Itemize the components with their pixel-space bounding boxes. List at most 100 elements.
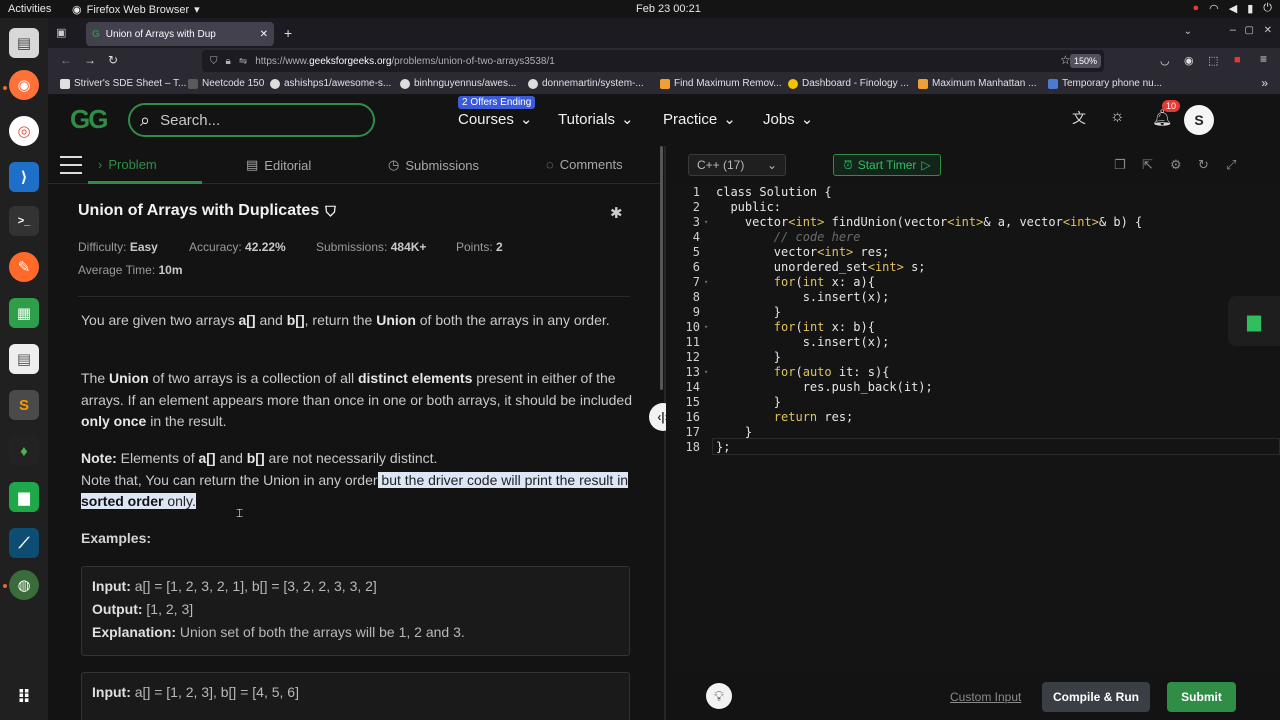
chat-app-icon[interactable]: ▆ <box>9 482 39 512</box>
mongodb-icon[interactable]: ♦ <box>9 436 39 466</box>
favicon-icon <box>60 78 70 89</box>
bookmark-item[interactable]: Temporary phone nu... <box>1048 78 1162 89</box>
difficulty: Difficulty: Easy <box>78 240 158 254</box>
url-bar[interactable]: ⛉ 🔒︎ ⇋ https://www.geeksforgeeks.org/pro… <box>202 50 1104 72</box>
settings-icon[interactable]: ⚙ <box>1170 157 1182 173</box>
average-time: Average Time: 10m <box>78 263 183 277</box>
nav-tutorials[interactable]: Tutorials ⌄ <box>558 110 634 129</box>
os-top-bar: Activities ◉ Firefox Web Browser ▾ Feb 23 … <box>0 0 1280 18</box>
fold-icon[interactable]: ▾ <box>704 215 708 230</box>
fold-icon[interactable]: ▾ <box>704 275 708 290</box>
search-icon: ⌕ <box>140 109 151 130</box>
fold-icon[interactable]: ▾ <box>704 320 708 335</box>
lightbulb-icon[interactable]: 💡︎ <box>706 683 732 709</box>
code-line: unordered_set<int> s; <box>716 260 926 274</box>
bookmark-item[interactable]: Maximum Manhattan ... <box>918 78 1036 89</box>
activities-button[interactable]: Activities <box>8 3 51 15</box>
gfg-logo[interactable]: GG <box>70 104 108 135</box>
tab-overview-icon[interactable]: ▣ <box>56 26 66 39</box>
account-icon[interactable]: ◉ <box>1184 54 1194 67</box>
editor-toolbar: C++ (17) ⌄ ⏰︎ Start Timer ▷ ❐ ⇱ ⚙ ↻ ⤢ <box>666 146 1280 184</box>
bookmark-item[interactable]: ashishps1/awesome-s... <box>270 78 391 89</box>
system-tray[interactable]: ● ◠ ◀ ▮ ⏻ <box>1193 2 1273 15</box>
globe-app-icon[interactable]: ◍ <box>9 570 39 600</box>
nav-jobs[interactable]: Jobs ⌄ <box>763 110 813 129</box>
back-icon[interactable]: ← <box>60 53 72 67</box>
start-timer-button[interactable]: ⏰︎ Start Timer ▷ <box>833 154 941 176</box>
document-icon: ▤ <box>246 157 259 172</box>
chat-icon[interactable]: ▆ <box>1228 296 1280 346</box>
window-close-icon[interactable]: ✕ <box>1264 25 1272 36</box>
problem-tabs: › Problem ▤ Editorial ◷ Submissions ◌ Commen… <box>48 146 662 184</box>
search-placeholder: Search... <box>160 111 221 129</box>
fullscreen-icon[interactable]: ⤢ <box>1226 157 1236 173</box>
language-select[interactable]: C++ (17) ⌄ <box>688 154 786 176</box>
maximize-icon[interactable]: ▢ <box>1245 25 1254 36</box>
postman-icon[interactable]: ✎ <box>9 252 39 282</box>
bookmark-item[interactable]: binhnguyennus/awes... <box>400 78 516 89</box>
list-tabs-icon[interactable]: ⌄ <box>1184 26 1192 37</box>
document-viewer-icon[interactable]: ▤ <box>9 344 39 374</box>
bookmark-icon[interactable]: ⛉ <box>325 203 336 220</box>
tab-editorial[interactable]: ▤ Editorial <box>246 157 311 173</box>
more-bookmarks-icon[interactable]: » <box>1261 76 1268 90</box>
vscode-icon[interactable]: ⟩ <box>9 162 39 192</box>
new-tab-icon[interactable]: + <box>284 25 292 41</box>
browser-tab-bar: ▣ G Union of Arrays with Dup ✕ + ⌄ – ▢ ✕ <box>48 18 1280 48</box>
app-name: Firefox Web Browser <box>86 3 190 16</box>
extension-icon[interactable]: ■ <box>1234 54 1241 66</box>
bookmark-item[interactable]: Neetcode 150 <box>188 78 264 89</box>
menu-icon[interactable]: ≡ <box>1260 52 1267 66</box>
forward-icon[interactable]: → <box>84 53 96 67</box>
mysql-workbench-icon[interactable]: ⟋ <box>9 528 39 558</box>
app-menu[interactable]: ◉ Firefox Web Browser ▾ <box>72 3 200 17</box>
custom-input-link[interactable]: Custom Input <box>950 690 1021 704</box>
submit-button[interactable]: Submit <box>1167 682 1236 712</box>
nav-courses[interactable]: Courses ⌄ <box>458 110 532 129</box>
extensions-icon[interactable]: ⬚ <box>1208 54 1218 67</box>
hamburger-menu-icon[interactable] <box>60 156 82 174</box>
lock-icon: 🔒︎ <box>225 55 231 67</box>
search-input[interactable]: ⌕ Search... <box>128 103 375 137</box>
zoom-level[interactable]: 150% <box>1070 54 1102 68</box>
bookmark-item[interactable]: Find Maximum Remov... <box>660 78 782 89</box>
offer-badge[interactable]: 2 Offers Ending <box>458 96 536 109</box>
nav-practice[interactable]: Practice ⌄ <box>663 110 736 129</box>
terminal-icon[interactable]: >_ <box>9 206 39 236</box>
notification-badge: 10 <box>1162 100 1181 112</box>
problem-statement: You are given two arrays a[] and b[], re… <box>81 312 610 328</box>
accuracy: Accuracy: 42.22% <box>189 240 286 254</box>
export-icon[interactable]: ⇱ <box>1142 157 1153 173</box>
reset-icon[interactable]: ↻ <box>1198 157 1209 173</box>
chrome-icon[interactable]: ◎ <box>9 116 39 146</box>
left-panel-scrollbar[interactable] <box>660 146 663 390</box>
bookmark-item[interactable]: donnemartin/system-... <box>528 78 644 89</box>
translate-icon[interactable]: 文 <box>1072 108 1086 128</box>
firefox-dock-icon[interactable]: ◉ <box>9 70 39 100</box>
avatar[interactable]: S <box>1184 105 1214 135</box>
clock-icon: ◷ <box>388 157 400 172</box>
reload-icon[interactable]: ↻ <box>108 53 118 67</box>
tab-comments[interactable]: ◌ Comments <box>546 157 623 172</box>
example-explanation: Explanation: Union set of both the array… <box>92 624 465 640</box>
spreadsheet-icon[interactable]: ▦ <box>9 298 39 328</box>
bookmark-item[interactable]: Dashboard - Finology ... <box>788 78 909 89</box>
copy-icon[interactable]: ❐ <box>1114 157 1126 173</box>
bookmark-star-icon[interactable]: ☆ <box>1060 53 1071 67</box>
report-bug-icon[interactable]: ✱ <box>610 204 623 222</box>
close-icon[interactable]: ✕ <box>260 29 268 40</box>
tab-problem[interactable]: › Problem <box>98 157 157 172</box>
sublime-icon[interactable]: S <box>9 390 39 420</box>
tab-submissions[interactable]: ◷ Submissions <box>388 157 479 173</box>
theme-toggle-icon[interactable]: ☼ <box>1110 108 1125 126</box>
clock[interactable]: Feb 23 00:21 <box>636 3 701 15</box>
minimize-icon[interactable]: – <box>1230 24 1236 36</box>
code-editor[interactable]: 1 2 3 ▾ 4 5 6 7 ▾ 8 9 10 ▾ 11 12 13 ▾ 14 15 … <box>666 184 1280 674</box>
pocket-icon[interactable]: ◡ <box>1160 54 1170 67</box>
fold-icon[interactable]: ▾ <box>704 365 708 380</box>
files-icon[interactable]: ▤ <box>9 28 39 58</box>
tab-active[interactable]: G Union of Arrays with Dup ✕ <box>86 22 274 46</box>
app-grid-icon[interactable]: ⠿ <box>9 682 39 712</box>
compile-run-button[interactable]: Compile & Run <box>1042 682 1150 712</box>
bookmark-item[interactable]: Striver's SDE Sheet – T... <box>60 78 186 89</box>
